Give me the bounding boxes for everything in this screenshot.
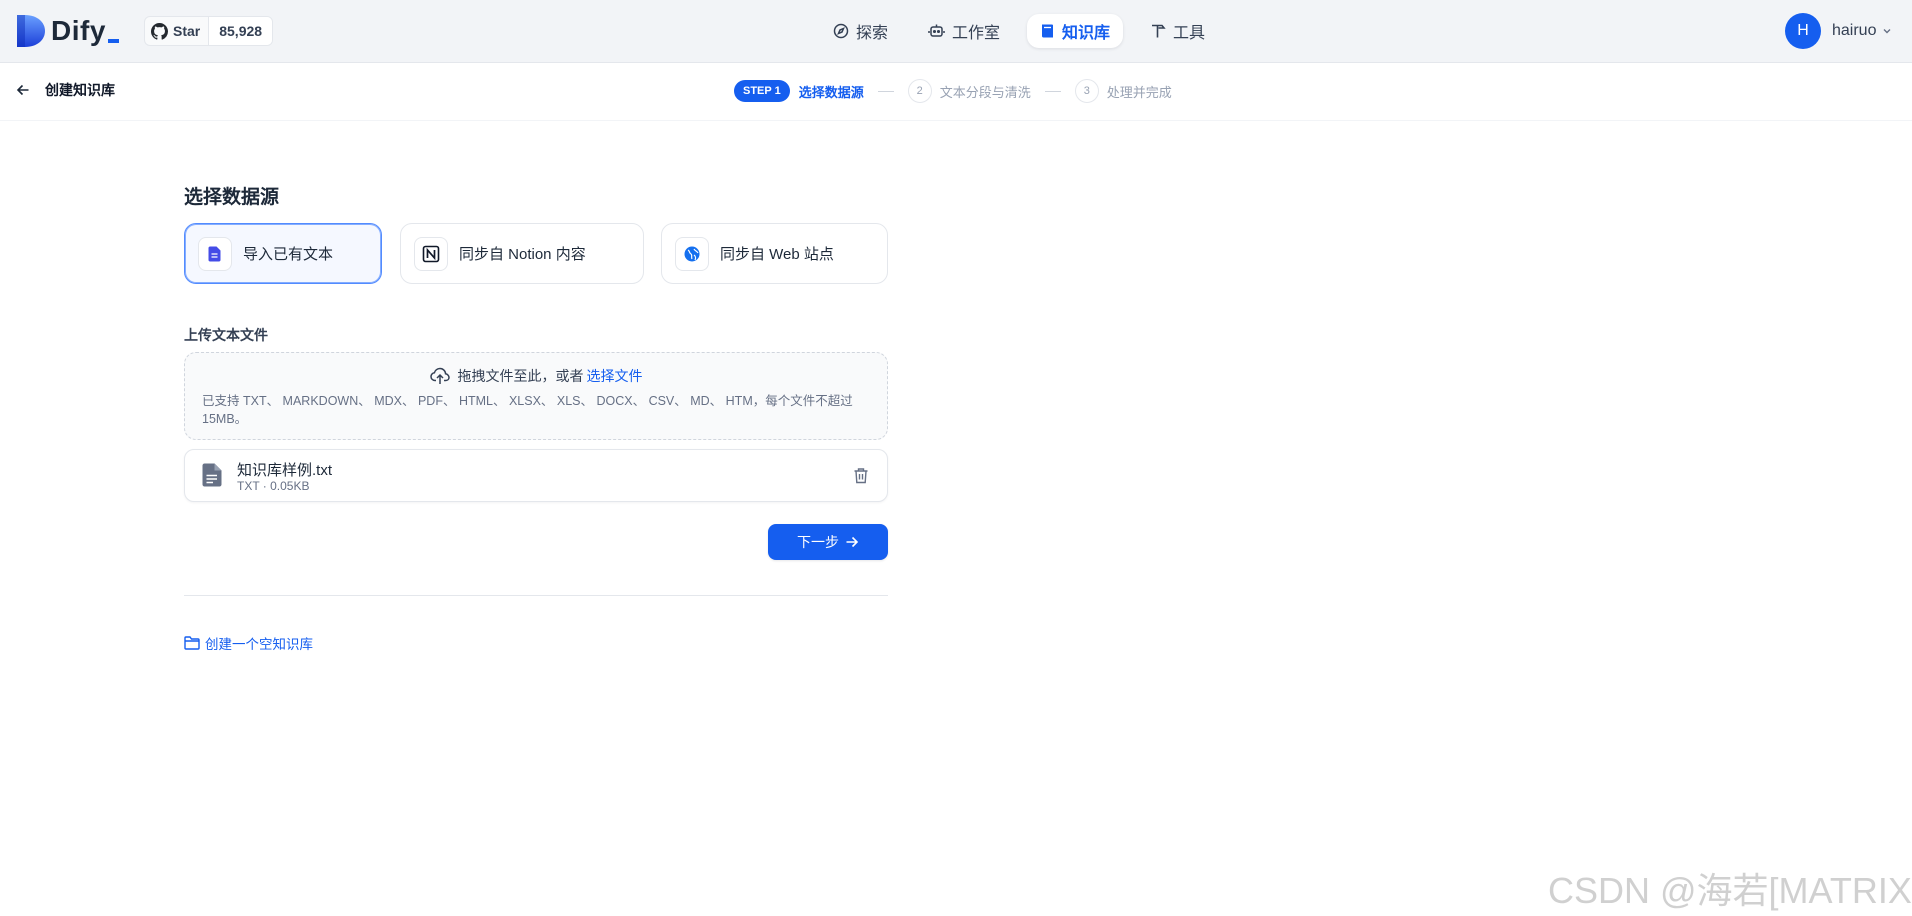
dify-logo[interactable]: Dify [17,14,119,48]
nav-item-label: 工作室 [952,25,1001,42]
arrow-left-icon [16,84,29,96]
github-star-button[interactable]: Star 85,928 [144,16,274,46]
file-dropzone[interactable]: 拖拽文件至此，或者 选择文件 已支持 TXT、 MARKDOWN、 MDX、 P… [184,352,888,440]
step-2-label: 文本分段与清洗 [939,84,1031,100]
source-import-text[interactable]: 导入已有文本 [184,223,382,284]
folder-icon [184,636,200,650]
page-title: 创建知识库 [45,82,115,98]
uploaded-file-item[interactable]: 知识库样例.txt TXT · 0.05KB [184,449,888,502]
nav-item-knowledge[interactable]: 知识库 [1027,14,1124,48]
section-title: 选择数据源 [184,187,280,208]
github-star-count: 85,928 [208,17,273,45]
back-button[interactable]: 创建知识库 [16,80,115,100]
upload-title: 上传文本文件 [184,327,268,343]
next-step-button[interactable]: 下一步 [768,524,888,560]
source-icon [198,236,232,271]
step-3-label: 处理并完成 [1106,84,1172,100]
file-name: 知识库样例.txt [237,462,333,479]
source-icon [675,236,709,271]
source-label: 同步自 Web 站点 [720,246,834,263]
user-name: hairuo [1832,22,1877,39]
watermark: CSDN @海若[MATRIX] [1548,870,1912,911]
dify-logo-icon [17,15,45,47]
avatar: H [1785,13,1821,49]
source-label: 导入已有文本 [243,246,334,263]
app-name: Dify [51,15,106,46]
next-step-label: 下一步 [797,534,839,550]
nav-item-explore[interactable]: 探索 [820,14,901,48]
nav-item-tools[interactable]: 工具 [1137,14,1218,48]
notion-icon [422,245,440,262]
nav-item-label: 知识库 [1062,25,1111,42]
file-text-icon [208,246,221,261]
dropzone-text: 拖拽文件至此，或者 [457,368,584,384]
supported-formats-text: 已支持 TXT、 MARKDOWN、 MDX、 PDF、 HTML、 XLSX、… [202,394,853,426]
cloud-upload-icon [429,367,450,384]
step-1-badge: STEP 1 [734,80,790,102]
hammer-icon [1152,24,1166,38]
compass-icon [833,23,849,39]
file-icon [202,463,222,487]
step-2-number: 2 [907,79,932,103]
github-star-label: Star [173,23,201,39]
source-web[interactable]: 同步自 Web 站点 [661,223,888,284]
chevron-down-icon [1883,29,1891,34]
robot-icon [928,24,945,37]
section-divider [184,595,888,596]
main-nav: 探索 工作室 知识库 工具 [820,14,1218,48]
logo-underscore [107,39,119,43]
step-divider [877,90,894,92]
user-menu[interactable]: H hairuo [1785,13,1892,49]
book-icon [1042,24,1054,38]
arrow-right-icon [846,536,859,548]
select-file-link[interactable]: 选择文件 [587,366,643,386]
nav-item-label: 探索 [856,25,889,42]
trash-icon[interactable] [853,467,869,484]
dropzone-prompt: 拖拽文件至此，或者 选择文件 [185,366,887,386]
create-empty-knowledge-label: 创建一个空知识库 [205,637,313,652]
source-notion[interactable]: 同步自 Notion 内容 [400,223,644,284]
step-indicator: STEP 1 选择数据源 2 文本分段与清洗 3 处理并完成 [734,79,1172,103]
create-empty-knowledge-link[interactable]: 创建一个空知识库 [184,633,313,653]
file-meta: TXT · 0.05KB [237,479,310,493]
nav-item-label: 工具 [1173,25,1206,42]
step-1-label: 选择数据源 [798,84,864,100]
globe-icon [684,246,700,261]
nav-item-studio[interactable]: 工作室 [915,14,1013,48]
github-star: Star [145,17,208,45]
step-3-number: 3 [1074,79,1099,103]
source-label: 同步自 Notion 内容 [459,246,586,263]
source-icon [414,236,448,271]
step-divider [1044,90,1061,92]
github-icon [151,22,168,40]
